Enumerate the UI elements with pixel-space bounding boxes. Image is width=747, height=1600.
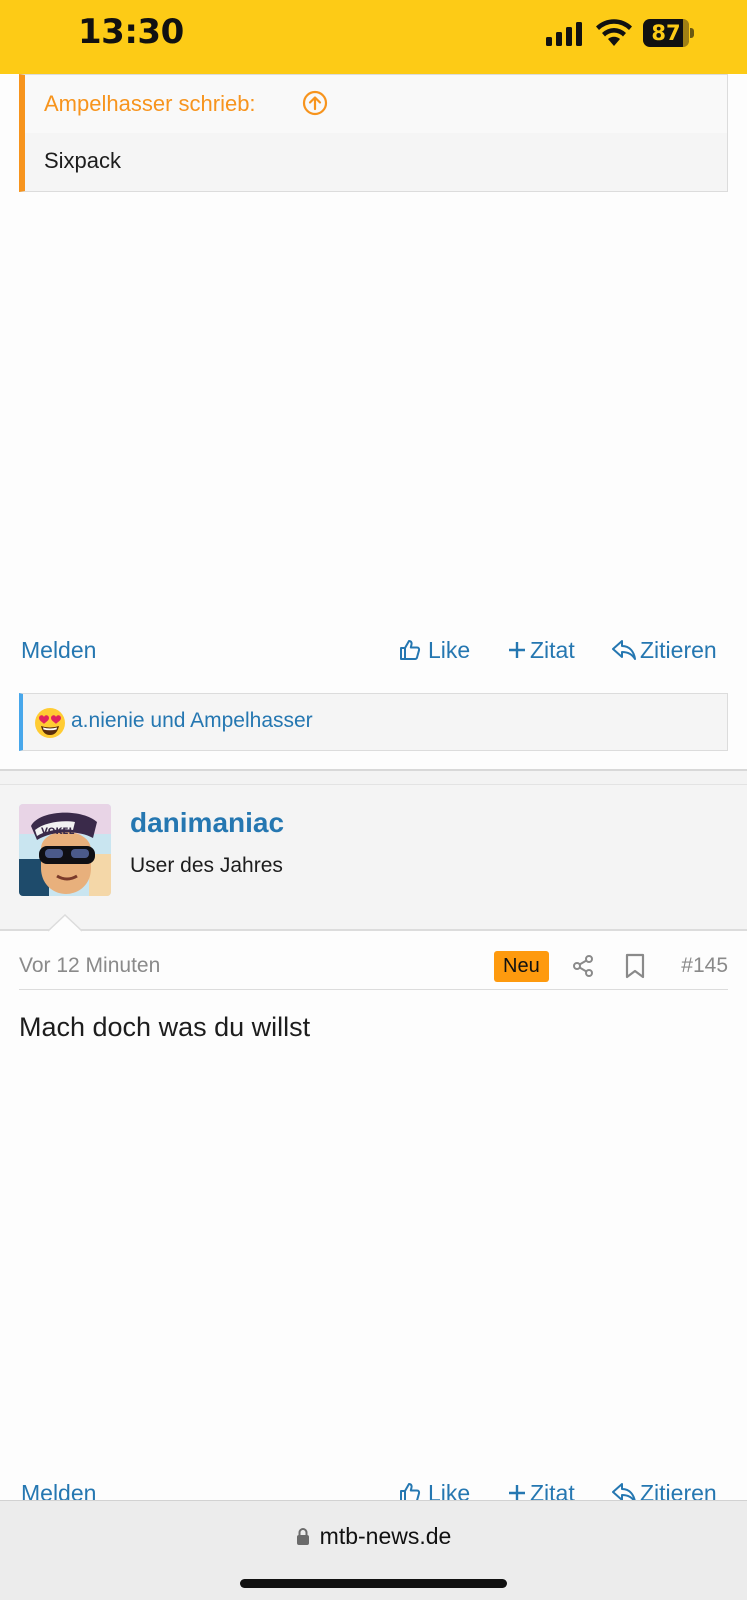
- report-link[interactable]: Melden: [21, 630, 96, 670]
- user-title: User des Jahres: [130, 854, 283, 877]
- post-time[interactable]: Vor 12 Minuten: [19, 954, 160, 978]
- avatar[interactable]: VOKEL: [19, 804, 111, 896]
- post-user-header: VOKEL danimaniac User des Jahres: [0, 785, 747, 931]
- quote-author[interactable]: Ampelhasser schrieb:: [44, 91, 256, 117]
- like-button[interactable]: Like: [398, 630, 470, 670]
- battery-indicator: 87: [643, 19, 694, 47]
- post-body: Mach doch was du willst: [19, 1012, 311, 1042]
- post-meta: Vor 12 Minuten Neu #145: [19, 945, 728, 990]
- share-icon[interactable]: [571, 954, 595, 978]
- svg-text:VOKEL: VOKEL: [41, 827, 75, 837]
- post-separator: [0, 769, 747, 785]
- cellular-signal-icon: [546, 22, 582, 46]
- wifi-icon: [596, 19, 632, 46]
- reaction-users[interactable]: a.nienie und Ampelhasser: [71, 709, 313, 733]
- arrow-up-circle-icon[interactable]: [302, 90, 328, 116]
- reply-label: Zitieren: [640, 637, 717, 663]
- quote-text: Sixpack: [44, 148, 122, 173]
- status-time: 13:30: [78, 12, 184, 52]
- plus-icon: [509, 641, 525, 658]
- thumbs-up-icon: [400, 639, 421, 660]
- quote-header[interactable]: Ampelhasser schrieb:: [25, 75, 727, 133]
- heart-eyes-emoji-icon: [35, 708, 65, 738]
- bookmark-icon[interactable]: [624, 953, 646, 979]
- new-badge: Neu: [494, 951, 549, 982]
- like-label: Like: [428, 637, 471, 663]
- post-number[interactable]: #145: [681, 954, 728, 978]
- avatar-image: VOKEL: [19, 804, 111, 896]
- post-actions: Melden Like Zitat Zitieren: [0, 630, 747, 670]
- caret-pointer: [48, 914, 82, 932]
- url-text: mtb-news.de: [319, 1523, 452, 1549]
- lock-icon: [296, 1527, 309, 1545]
- status-bar: 13:30 87: [0, 0, 747, 74]
- reactions-bar[interactable]: a.nienie und Ampelhasser: [19, 693, 728, 751]
- address-bar[interactable]: mtb-news.de: [0, 1523, 747, 1550]
- battery-percent: 87: [651, 21, 681, 45]
- browser-bottom-bar: mtb-news.de: [0, 1500, 747, 1600]
- battery-cap: [690, 28, 694, 38]
- reply-button[interactable]: Zitieren: [611, 630, 717, 670]
- multiquote-label: Zitat: [530, 637, 575, 663]
- reply-arrow-icon: [612, 639, 636, 660]
- quote-block: Ampelhasser schrieb: Sixpack: [19, 74, 728, 192]
- multiquote-button[interactable]: Zitat: [507, 630, 575, 670]
- home-indicator[interactable]: [240, 1579, 507, 1588]
- post-username[interactable]: danimaniac: [130, 807, 284, 839]
